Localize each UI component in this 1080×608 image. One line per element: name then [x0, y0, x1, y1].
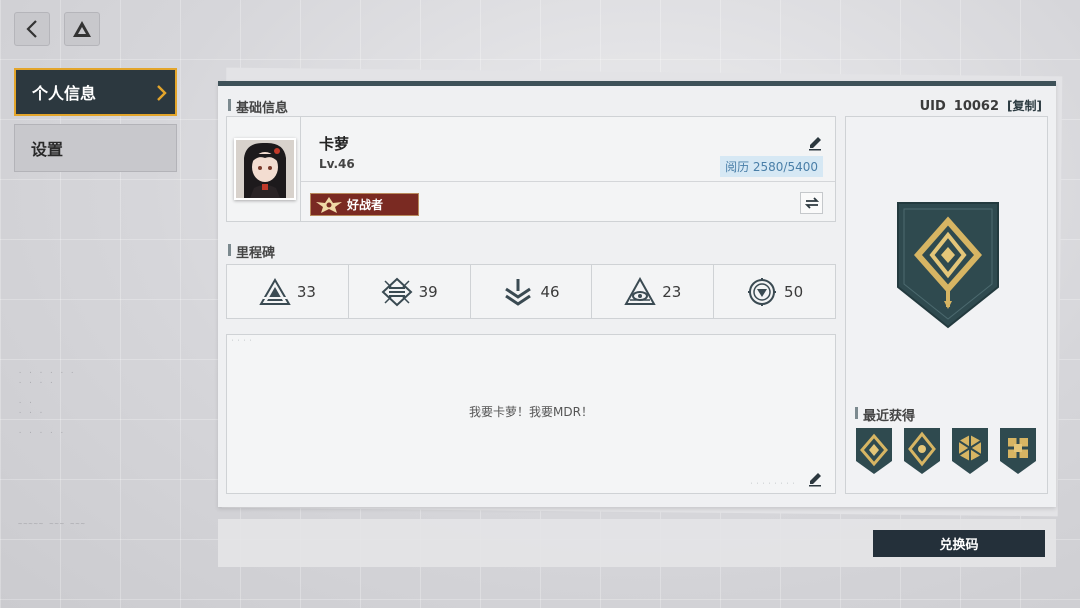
milestones-label: 里程碑 [228, 242, 275, 261]
player-name: 卡萝 [319, 135, 350, 153]
edit-signature-icon[interactable] [807, 471, 823, 487]
nav-item-profile[interactable]: 个人信息 [14, 68, 177, 116]
basic-info-label: 基础信息 [228, 97, 288, 116]
title-emblem-icon [311, 194, 347, 215]
arrow-chevrons-icon [505, 278, 532, 306]
milestone-item[interactable]: 39 [349, 265, 471, 318]
player-level: Lv.46 [319, 157, 355, 171]
medal-4-icon[interactable] [999, 427, 1037, 475]
medal-2-icon[interactable] [903, 427, 941, 475]
milestone-value: 33 [296, 282, 316, 301]
deco-text: · · · · · · · · [749, 481, 795, 487]
medal-3-icon[interactable] [951, 427, 989, 475]
uid-label: UID [919, 99, 946, 114]
featured-badge-icon[interactable] [896, 201, 1000, 329]
nav-item-label: 设置 [31, 140, 64, 159]
milestone-item[interactable]: 23 [592, 265, 715, 318]
medal-1-icon[interactable] [855, 427, 893, 475]
chevron-right-icon [157, 85, 167, 101]
recent-medals [855, 427, 1037, 475]
profile-card: 基础信息 UID 10062 [复制] 卡萝 Lv.46 阅历 2580/540… [218, 81, 1056, 507]
swap-title-button[interactable] [800, 192, 823, 214]
uid-value: 10062 [953, 99, 1000, 114]
eye-triangle-icon [624, 276, 656, 305]
avatar-portrait-icon [236, 140, 294, 198]
bg-decoration: · · · · · · · · · · · · · · · · · · · · [18, 369, 76, 437]
avatar[interactable] [234, 138, 296, 200]
bg-signature-deco: ~~~~~ ~~~ ~~~ [18, 520, 86, 528]
milestone-value: 39 [418, 282, 438, 301]
edit-name-icon[interactable] [807, 135, 823, 151]
home-button[interactable] [64, 12, 100, 46]
milestone-item[interactable]: 33 [227, 265, 349, 318]
milestone-item[interactable]: 50 [714, 265, 835, 318]
title-badge[interactable]: 好战者 [310, 193, 419, 216]
target-circle-icon [748, 277, 777, 306]
triangle-logo-icon [73, 21, 91, 37]
title-badge-label: 好战者 [347, 198, 384, 212]
milestone-value: 23 [662, 282, 682, 301]
uid-display: UID 10062 [复制] [920, 97, 1042, 114]
signature-text: 我要卡萝！我要MDR！ [469, 405, 593, 419]
milestone-item[interactable]: 46 [471, 265, 593, 318]
milestone-value: 46 [540, 282, 560, 301]
experience-badge: 阅历 2580/5400 [720, 156, 823, 177]
back-button[interactable] [14, 12, 50, 46]
triangle-peak-icon [259, 277, 291, 305]
deco-text: · · · · [231, 338, 253, 344]
nav-item-settings[interactable]: 设置 [14, 124, 177, 172]
recent-label: 最近获得 [855, 405, 915, 424]
redeem-code-button[interactable]: 兑换码 [873, 530, 1045, 557]
avatar-frame [227, 117, 301, 221]
profile-box: 卡萝 Lv.46 阅历 2580/5400 好战者 [226, 116, 836, 222]
diamond-lines-icon [381, 277, 413, 306]
chevron-left-icon [26, 20, 37, 38]
signature-box[interactable]: · · · · 我要卡萝！我要MDR！ · · · · · · · · [226, 334, 836, 494]
copy-uid-button[interactable]: [复制] [1007, 97, 1042, 114]
nav-item-label: 个人信息 [32, 84, 97, 103]
badge-panel: 最近获得 [845, 116, 1048, 494]
divider [301, 181, 835, 182]
milestones-row: 33 39 46 23 50 [226, 264, 836, 319]
swap-icon [804, 197, 819, 209]
milestone-value: 50 [784, 282, 804, 301]
